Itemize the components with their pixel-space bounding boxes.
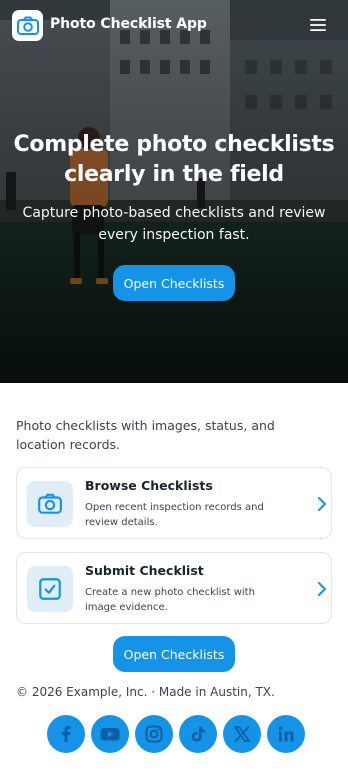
- card-icon-tile: [27, 481, 73, 527]
- linkedin-icon: [278, 726, 294, 742]
- hamburger-menu-button[interactable]: [309, 17, 327, 33]
- checkbox-icon: [39, 578, 61, 600]
- instagram-icon: [145, 725, 163, 743]
- hero-overlay: [0, 0, 348, 383]
- hero-subtitle: Capture photo-based checklists and revie…: [22, 205, 326, 243]
- card-description: Create a new photo checklist with image …: [85, 587, 255, 613]
- card-icon-tile: [27, 566, 73, 612]
- submit-checklist-card[interactable]: Submit Checklist Create a new photo chec…: [16, 552, 332, 624]
- youtube-icon: [100, 728, 120, 741]
- facebook-link[interactable]: [47, 715, 85, 753]
- chevron-right-icon: [318, 497, 326, 511]
- browse-checklists-card[interactable]: Browse Checklists Open recent inspection…: [16, 467, 332, 539]
- hero-open-checklists-button[interactable]: Open Checklists: [113, 265, 235, 301]
- instagram-link[interactable]: [135, 715, 173, 753]
- card-title: Browse Checklists: [85, 478, 213, 493]
- facebook-icon: [62, 726, 71, 742]
- youtube-link[interactable]: [91, 715, 129, 753]
- tiktok-link[interactable]: [179, 715, 217, 753]
- app-logo[interactable]: [12, 10, 43, 41]
- chevron-right-icon: [318, 582, 326, 596]
- camera-icon: [16, 16, 39, 35]
- linkedin-link[interactable]: [267, 715, 305, 753]
- hero-title: Complete photo checklists clearly in the…: [13, 132, 335, 187]
- card-title: Submit Checklist: [85, 563, 204, 578]
- tiktok-icon: [191, 726, 205, 742]
- footer-copyright: © 2026 Example, Inc. · Made in Austin, T…: [16, 685, 275, 699]
- intro-text: Photo checklists with images, status, an…: [16, 418, 275, 452]
- hero-section: Photo Checklist App Complete photo check…: [0, 0, 348, 383]
- open-checklists-button[interactable]: Open Checklists: [113, 636, 235, 672]
- top-bar: Photo Checklist App: [0, 0, 348, 52]
- camera-icon: [38, 493, 62, 514]
- social-links: [47, 715, 305, 753]
- x-icon: [234, 726, 250, 742]
- card-description: Open recent inspection records and revie…: [85, 502, 264, 528]
- hamburger-menu-icon: [310, 19, 326, 31]
- app-title[interactable]: Photo Checklist App: [50, 16, 207, 32]
- x-link[interactable]: [223, 715, 261, 753]
